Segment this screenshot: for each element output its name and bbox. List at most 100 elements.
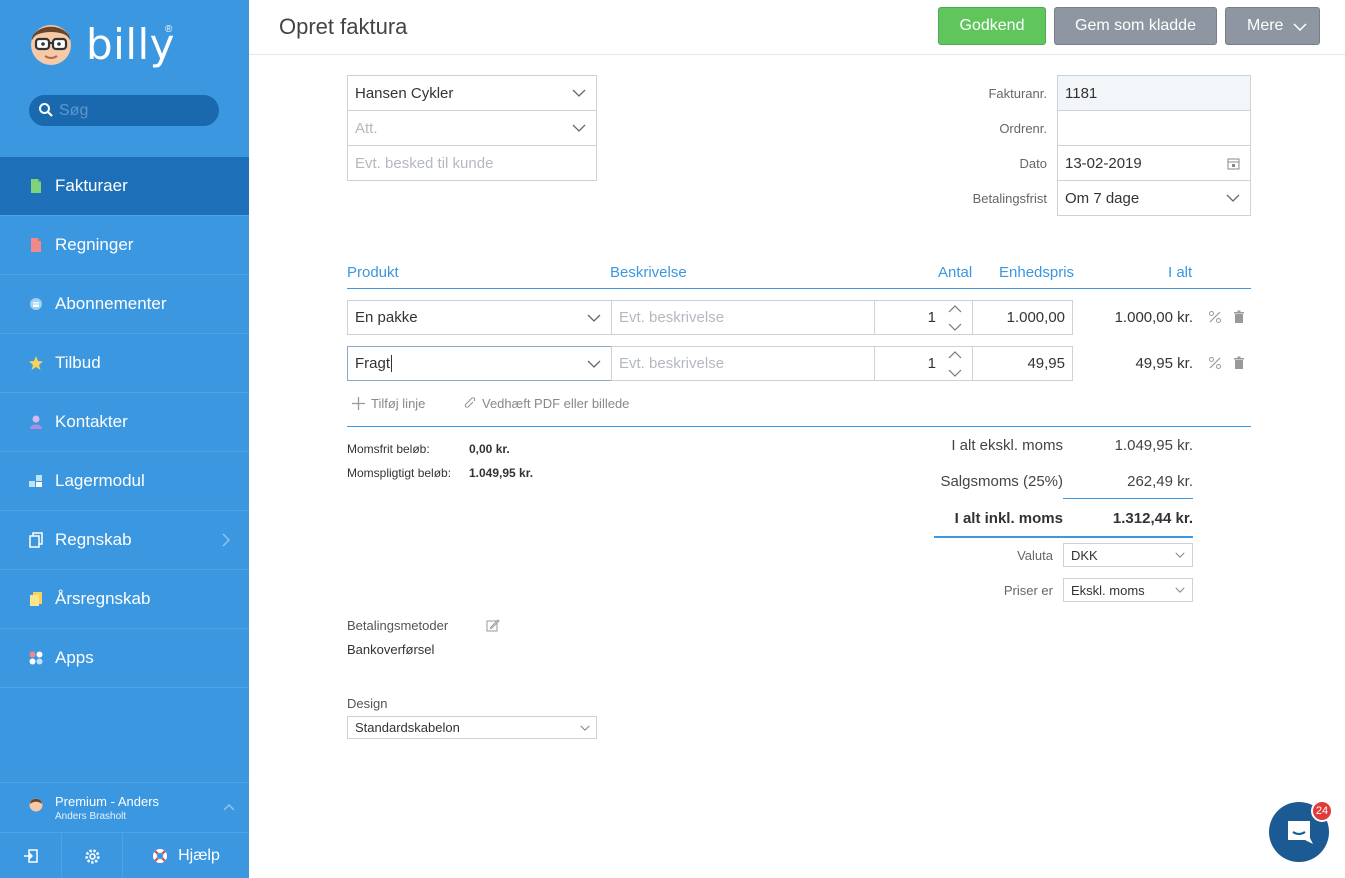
sidebar-item-label: Regnskab xyxy=(55,530,132,549)
discount-icon[interactable] xyxy=(1208,310,1222,324)
line-description-input[interactable]: Evt. beskrivelse xyxy=(611,346,875,381)
calendar-icon[interactable] xyxy=(1227,157,1240,170)
sidebar-item-kontakter[interactable]: Kontakter xyxy=(0,393,249,452)
vat-free-value: 0,00 kr. xyxy=(469,442,510,456)
sidebar-nav: Fakturaer Regninger Abonnementer Tilbud … xyxy=(0,157,249,688)
more-button[interactable]: Mere xyxy=(1225,7,1320,45)
add-line-button[interactable]: Tilføj linje xyxy=(352,396,425,411)
attach-button[interactable]: Vedhæft PDF eller billede xyxy=(464,396,629,411)
gear-icon xyxy=(84,848,100,864)
due-value: Om 7 dage xyxy=(1065,189,1140,207)
sidebar-item-regninger[interactable]: Regninger xyxy=(0,216,249,275)
line-qty-input[interactable]: 1 xyxy=(874,346,973,381)
trash-icon[interactable] xyxy=(1232,310,1246,324)
chevron-down-icon xyxy=(580,724,590,731)
vat-amount-label: Salgsmoms (25%) xyxy=(940,473,1063,490)
col-unit-price: Enhedspris xyxy=(999,264,1075,281)
order-no-field[interactable] xyxy=(1057,110,1251,146)
notification-badge: 24 xyxy=(1311,800,1333,822)
vat-divider xyxy=(1063,498,1193,499)
qty-stepper[interactable] xyxy=(947,303,963,333)
invoice-no-value: 1181 xyxy=(1065,84,1098,102)
logo[interactable]: billy ® xyxy=(28,18,228,70)
more-label: Mere xyxy=(1247,17,1284,34)
chat-icon xyxy=(1288,821,1313,844)
sidebar-item-lagermodul[interactable]: Lagermodul xyxy=(0,452,249,511)
grand-total-divider xyxy=(934,536,1193,538)
message-placeholder: Evt. besked til kunde xyxy=(355,154,494,172)
prices-label: Priser er xyxy=(1003,583,1053,598)
logout-icon xyxy=(23,849,38,863)
plus-icon xyxy=(352,397,365,410)
sidebar-item-arsregnskab[interactable]: Årsregnskab xyxy=(0,570,249,629)
due-select[interactable]: Om 7 dage xyxy=(1057,180,1251,216)
text-cursor xyxy=(391,355,393,372)
search-icon xyxy=(39,103,53,117)
sidebar-item-label: Tilbud xyxy=(55,353,101,372)
settings-button[interactable] xyxy=(62,833,123,878)
chevron-down-icon xyxy=(1175,552,1185,558)
vat-free-label: Momsfrit beløb: xyxy=(347,442,430,456)
logout-button[interactable] xyxy=(0,833,62,878)
chevron-down-icon xyxy=(572,89,586,97)
user-name: Anders Brasholt xyxy=(55,811,127,822)
vat-liable-label: Momspligtigt beløb: xyxy=(347,466,452,480)
save-draft-button[interactable]: Gem som kladde xyxy=(1054,7,1217,45)
col-product: Produkt xyxy=(347,264,399,281)
chevron-down-icon xyxy=(1293,23,1307,31)
currency-select[interactable]: DKK xyxy=(1063,543,1193,567)
payment-method-value: Bankoverførsel xyxy=(347,642,435,657)
date-field[interactable]: 13-02-2019 xyxy=(1057,145,1251,181)
sidebar: billy ® Fakturaer Regninger Abonnementer… xyxy=(0,0,249,878)
discount-icon[interactable] xyxy=(1208,356,1222,370)
prices-select[interactable]: Ekskl. moms xyxy=(1063,578,1193,602)
help-button[interactable]: Hjælp xyxy=(123,833,249,878)
line-qty-input[interactable]: 1 xyxy=(874,300,973,335)
chevron-down-icon xyxy=(1226,194,1240,202)
accounting-icon xyxy=(29,532,43,548)
invoice-no-field[interactable]: 1181 xyxy=(1057,75,1251,111)
line-description-input[interactable]: Evt. beskrivelse xyxy=(611,300,875,335)
sidebar-item-label: Apps xyxy=(55,648,94,667)
sidebar-item-label: Kontakter xyxy=(55,412,128,431)
user-menu[interactable]: Premium - Anders Anders Brasholt xyxy=(0,782,249,832)
apps-icon xyxy=(29,651,43,665)
annual-report-icon xyxy=(30,592,42,606)
att-select[interactable]: Att. xyxy=(347,110,597,146)
line-description-placeholder: Evt. beskrivelse xyxy=(619,355,725,372)
sidebar-item-tilbud[interactable]: Tilbud xyxy=(0,334,249,393)
line-unit-price: 49,95 xyxy=(1027,355,1065,372)
edit-icon[interactable] xyxy=(486,618,500,632)
due-label: Betalingsfrist xyxy=(972,191,1047,206)
line-product-select[interactable]: En pakke xyxy=(347,300,612,335)
customer-select[interactable]: Hansen Cykler xyxy=(347,75,597,111)
bill-icon xyxy=(31,238,41,252)
sidebar-item-label: Årsregnskab xyxy=(55,589,151,608)
line-unit-price-input[interactable]: 49,95 xyxy=(972,346,1073,381)
prices-value: Ekskl. moms xyxy=(1071,582,1145,598)
chevron-down-icon xyxy=(587,314,601,322)
customer-message-input[interactable]: Evt. besked til kunde xyxy=(347,145,597,181)
trash-icon[interactable] xyxy=(1232,356,1246,370)
design-select[interactable]: Standardskabelon xyxy=(347,716,597,739)
currency-label: Valuta xyxy=(1017,548,1053,563)
search-box[interactable] xyxy=(29,95,219,126)
sidebar-item-apps[interactable]: Apps xyxy=(0,629,249,688)
contact-icon xyxy=(30,415,42,429)
sidebar-item-label: Abonnementer xyxy=(55,294,167,313)
line-product-select[interactable]: Fragt xyxy=(347,346,612,381)
chevron-down-icon xyxy=(572,124,586,132)
avatar xyxy=(29,798,43,812)
search-input[interactable] xyxy=(59,101,209,121)
sidebar-item-abonnementer[interactable]: Abonnementer xyxy=(0,275,249,334)
user-plan: Premium - Anders xyxy=(55,794,160,809)
approve-button[interactable]: Godkend xyxy=(938,7,1046,45)
chevron-down-icon xyxy=(1175,587,1185,593)
sidebar-item-regnskab[interactable]: Regnskab xyxy=(0,511,249,570)
line-unit-price-input[interactable]: 1.000,00 xyxy=(972,300,1073,335)
billy-mascot-icon xyxy=(31,25,71,65)
lifebuoy-icon xyxy=(153,849,168,863)
qty-stepper[interactable] xyxy=(947,349,963,379)
invoice-icon xyxy=(31,179,41,193)
sidebar-item-fakturaer[interactable]: Fakturaer xyxy=(0,157,249,216)
